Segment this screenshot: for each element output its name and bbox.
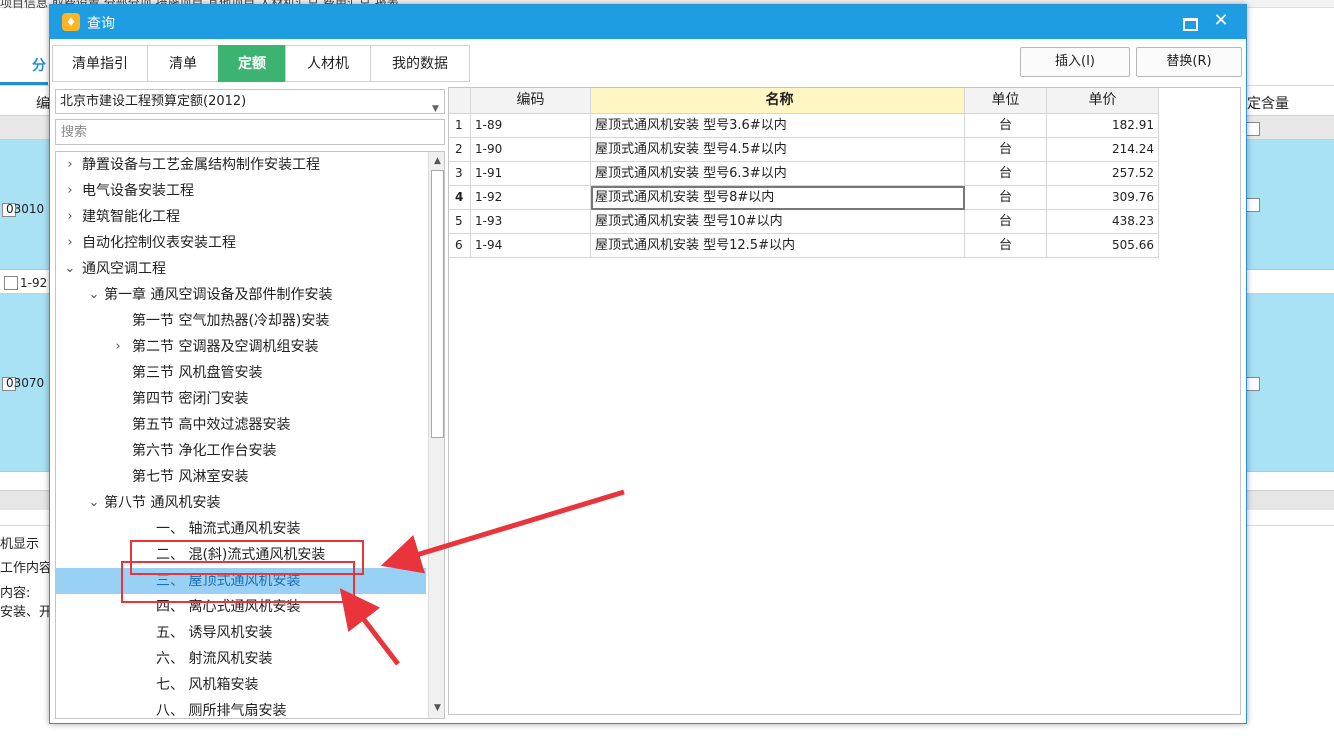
annotation-arrow [339,588,400,666]
annotation-arrows [339,489,625,666]
annotation-arrow [380,489,625,574]
